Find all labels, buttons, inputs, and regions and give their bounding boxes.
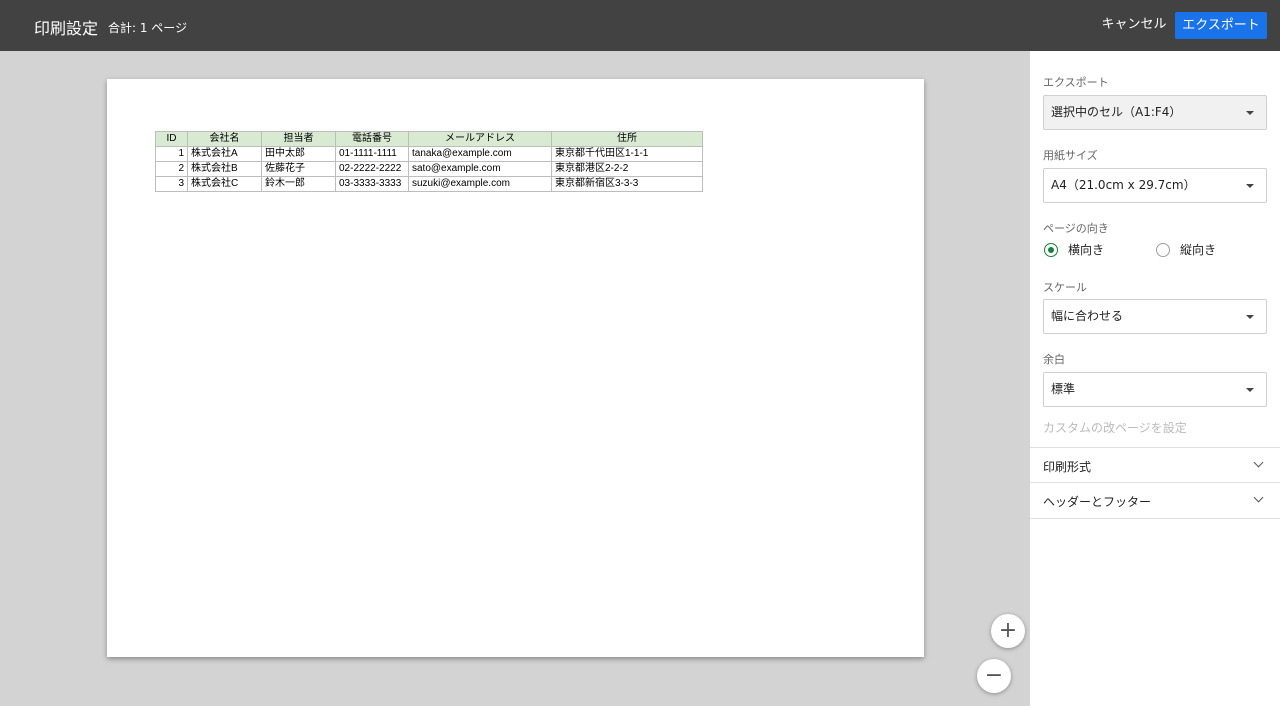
export-button[interactable]: エクスポート [1175, 12, 1267, 39]
chevron-down-icon [1253, 492, 1264, 503]
print-format-label: 印刷形式 [1043, 460, 1092, 474]
table-cell: 3 [155, 176, 188, 192]
table-cell: 03-3333-3333 [335, 176, 409, 192]
divider [1030, 518, 1280, 519]
zoom-out-button[interactable]: − [977, 659, 1011, 693]
column-header: 会社名 [187, 131, 262, 147]
portrait-radio-label: 縦向き [1180, 243, 1217, 257]
table-cell: sato@example.com [408, 161, 552, 177]
table-cell: 株式会社C [187, 176, 262, 192]
table-cell: 02-2222-2222 [335, 161, 409, 177]
table-cell: 田中太郎 [261, 146, 336, 162]
column-header: 担当者 [261, 131, 336, 147]
radio-checked-icon [1044, 243, 1058, 257]
orientation-label: ページの向き [1043, 222, 1109, 235]
zoom-in-button[interactable]: + [991, 614, 1025, 648]
table-row: 2 株式会社B 佐藤花子 02-2222-2222 sato@example.c… [155, 161, 703, 177]
custom-page-breaks-link[interactable]: カスタムの改ページを設定 [1043, 419, 1187, 436]
preview-table: ID 会社名 担当者 電話番号 メールアドレス 住所 1 株式会社A 田中太郎 … [155, 131, 703, 192]
scale-select[interactable]: 幅に合わせる [1043, 299, 1267, 334]
caret-down-icon [1246, 388, 1254, 392]
margins-label: 余白 [1043, 353, 1065, 366]
top-bar: 印刷設定 合計: 1 ページ キャンセル エクスポート [0, 0, 1280, 51]
paper-size-value: A4（21.0cm x 29.7cm） [1051, 178, 1196, 192]
header-footer-label: ヘッダーとフッター [1043, 495, 1152, 509]
scale-label: スケール [1043, 281, 1087, 294]
table-cell: 株式会社B [187, 161, 262, 177]
table-cell: suzuki@example.com [408, 176, 552, 192]
table-cell: tanaka@example.com [408, 146, 552, 162]
export-range-value: 選択中のセル（A1:F4） [1051, 105, 1182, 119]
table-cell: 東京都新宿区3-3-3 [551, 176, 703, 192]
caret-down-icon [1246, 111, 1254, 115]
settings-panel: エクスポート 選択中のセル（A1:F4） 用紙サイズ A4（21.0cm x 2… [1030, 51, 1280, 706]
export-range-label: エクスポート [1043, 76, 1109, 89]
table-cell: 株式会社A [187, 146, 262, 162]
table-row: 3 株式会社C 鈴木一郎 03-3333-3333 suzuki@example… [155, 176, 703, 192]
page-title: 印刷設定 [34, 19, 99, 38]
column-header: ID [155, 131, 188, 147]
margins-select[interactable]: 標準 [1043, 372, 1267, 407]
column-header: メールアドレス [408, 131, 552, 147]
caret-down-icon [1246, 315, 1254, 319]
export-range-select[interactable]: 選択中のセル（A1:F4） [1043, 95, 1267, 130]
table-cell: 東京都千代田区1-1-1 [551, 146, 703, 162]
preview-page: ID 会社名 担当者 電話番号 メールアドレス 住所 1 株式会社A 田中太郎 … [107, 79, 924, 657]
chevron-down-icon [1253, 457, 1264, 468]
scale-value: 幅に合わせる [1051, 309, 1124, 323]
print-preview-area: ID 会社名 担当者 電話番号 メールアドレス 住所 1 株式会社A 田中太郎 … [0, 51, 1030, 706]
header-footer-section[interactable]: ヘッダーとフッター [1030, 483, 1280, 518]
table-cell: 鈴木一郎 [261, 176, 336, 192]
landscape-radio-label: 横向き [1068, 243, 1105, 257]
paper-size-select[interactable]: A4（21.0cm x 29.7cm） [1043, 168, 1267, 203]
table-cell: 2 [155, 161, 188, 177]
page-count: 合計: 1 ページ [108, 21, 188, 35]
table-cell: 01-1111-1111 [335, 146, 409, 162]
paper-size-label: 用紙サイズ [1043, 149, 1098, 162]
column-header: 住所 [551, 131, 703, 147]
radio-unchecked-icon [1156, 243, 1170, 257]
cancel-button[interactable]: キャンセル [1100, 12, 1168, 38]
margins-value: 標準 [1051, 382, 1076, 396]
table-header-row: ID 会社名 担当者 電話番号 メールアドレス 住所 [155, 131, 703, 147]
table-cell: 佐藤花子 [261, 161, 336, 177]
table-cell: 1 [155, 146, 188, 162]
table-row: 1 株式会社A 田中太郎 01-1111-1111 tanaka@example… [155, 146, 703, 162]
table-cell: 東京都港区2-2-2 [551, 161, 703, 177]
column-header: 電話番号 [335, 131, 409, 147]
print-format-section[interactable]: 印刷形式 [1030, 448, 1280, 483]
caret-down-icon [1246, 184, 1254, 188]
